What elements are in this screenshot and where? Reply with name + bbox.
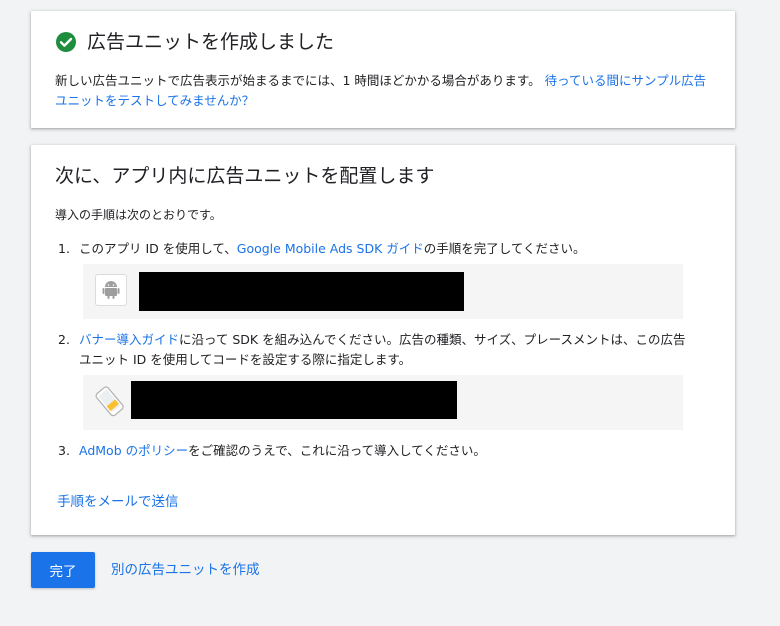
banner-ad-icon bbox=[93, 385, 127, 417]
step-text-suffix: をご確認のうえで、これに沿って導入してください。 bbox=[188, 443, 486, 458]
check-circle-icon bbox=[55, 31, 77, 53]
ad-unit-id-box[interactable] bbox=[83, 375, 683, 430]
android-icon bbox=[95, 274, 127, 306]
step-text-suffix: の手順を完了してください。 bbox=[423, 241, 586, 256]
step-text: バナー導入ガイドに沿って SDK を組み込んでください。広告の種類、サイズ、プレ… bbox=[79, 330, 691, 370]
banner-guide-link[interactable]: バナー導入ガイド bbox=[79, 332, 179, 347]
placement-card: 次に、アプリ内に広告ユニットを配置します 導入の手順は次のとおりです。 1. こ… bbox=[31, 145, 735, 535]
success-title: 広告ユニットを作成しました bbox=[87, 31, 335, 53]
admob-policy-link[interactable]: AdMob のポリシー bbox=[79, 443, 188, 458]
placement-intro: 導入の手順は次のとおりです。 bbox=[55, 208, 222, 222]
step-number: 3. bbox=[58, 443, 70, 458]
success-card: 広告ユニットを作成しました 新しい広告ユニットで広告表示が始まるまでには、1 時… bbox=[31, 11, 735, 128]
email-instructions-link[interactable]: 手順をメールで送信 bbox=[57, 493, 179, 511]
success-message: 新しい広告ユニットで広告表示が始まるまでには、1 時間ほどかかる場合があります。… bbox=[55, 71, 715, 111]
success-header: 広告ユニットを作成しました bbox=[55, 31, 334, 53]
app-id-box[interactable] bbox=[83, 264, 683, 319]
done-button[interactable]: 完了 bbox=[31, 552, 95, 588]
step-number: 1. bbox=[58, 241, 70, 256]
mobile-ads-sdk-guide-link[interactable]: Google Mobile Ads SDK ガイド bbox=[237, 241, 424, 256]
page: 広告ユニットを作成しました 新しい広告ユニットで広告表示が始まるまでには、1 時… bbox=[0, 0, 780, 626]
step-text: このアプリ ID を使用して、Google Mobile Ads SDK ガイド… bbox=[79, 239, 691, 259]
step-text-prefix: このアプリ ID を使用して、 bbox=[79, 241, 237, 256]
redacted-ad-unit-id bbox=[131, 381, 457, 419]
placement-title: 次に、アプリ内に広告ユニットを配置します bbox=[55, 165, 435, 187]
step-number: 2. bbox=[58, 332, 70, 347]
success-message-text: 新しい広告ユニットで広告表示が始まるまでには、1 時間ほどかかる場合があります。 bbox=[55, 73, 541, 88]
redacted-app-id bbox=[139, 272, 464, 311]
create-another-ad-unit-link[interactable]: 別の広告ユニットを作成 bbox=[111, 561, 260, 579]
step-text: AdMob のポリシーをご確認のうえで、これに沿って導入してください。 bbox=[79, 441, 691, 461]
